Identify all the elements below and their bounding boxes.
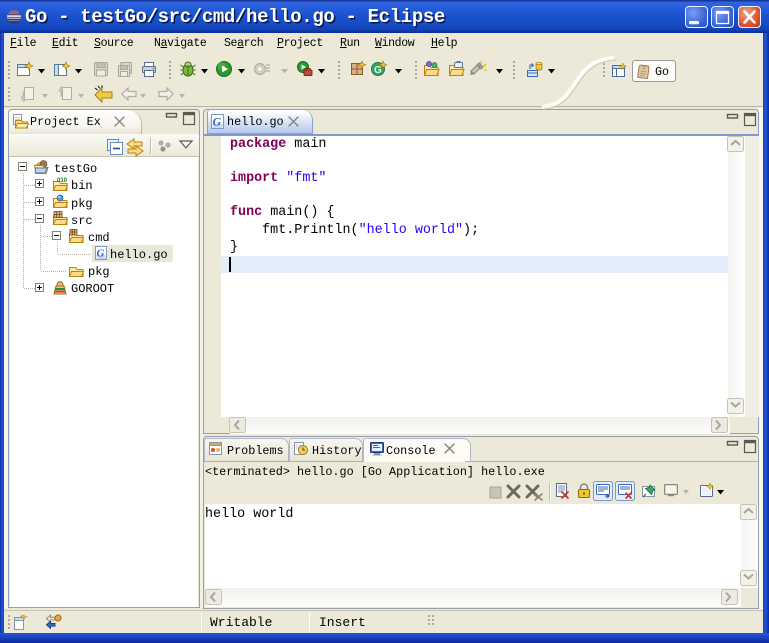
svg-text:G: G [97, 248, 105, 260]
svg-text:010: 010 [57, 178, 68, 184]
